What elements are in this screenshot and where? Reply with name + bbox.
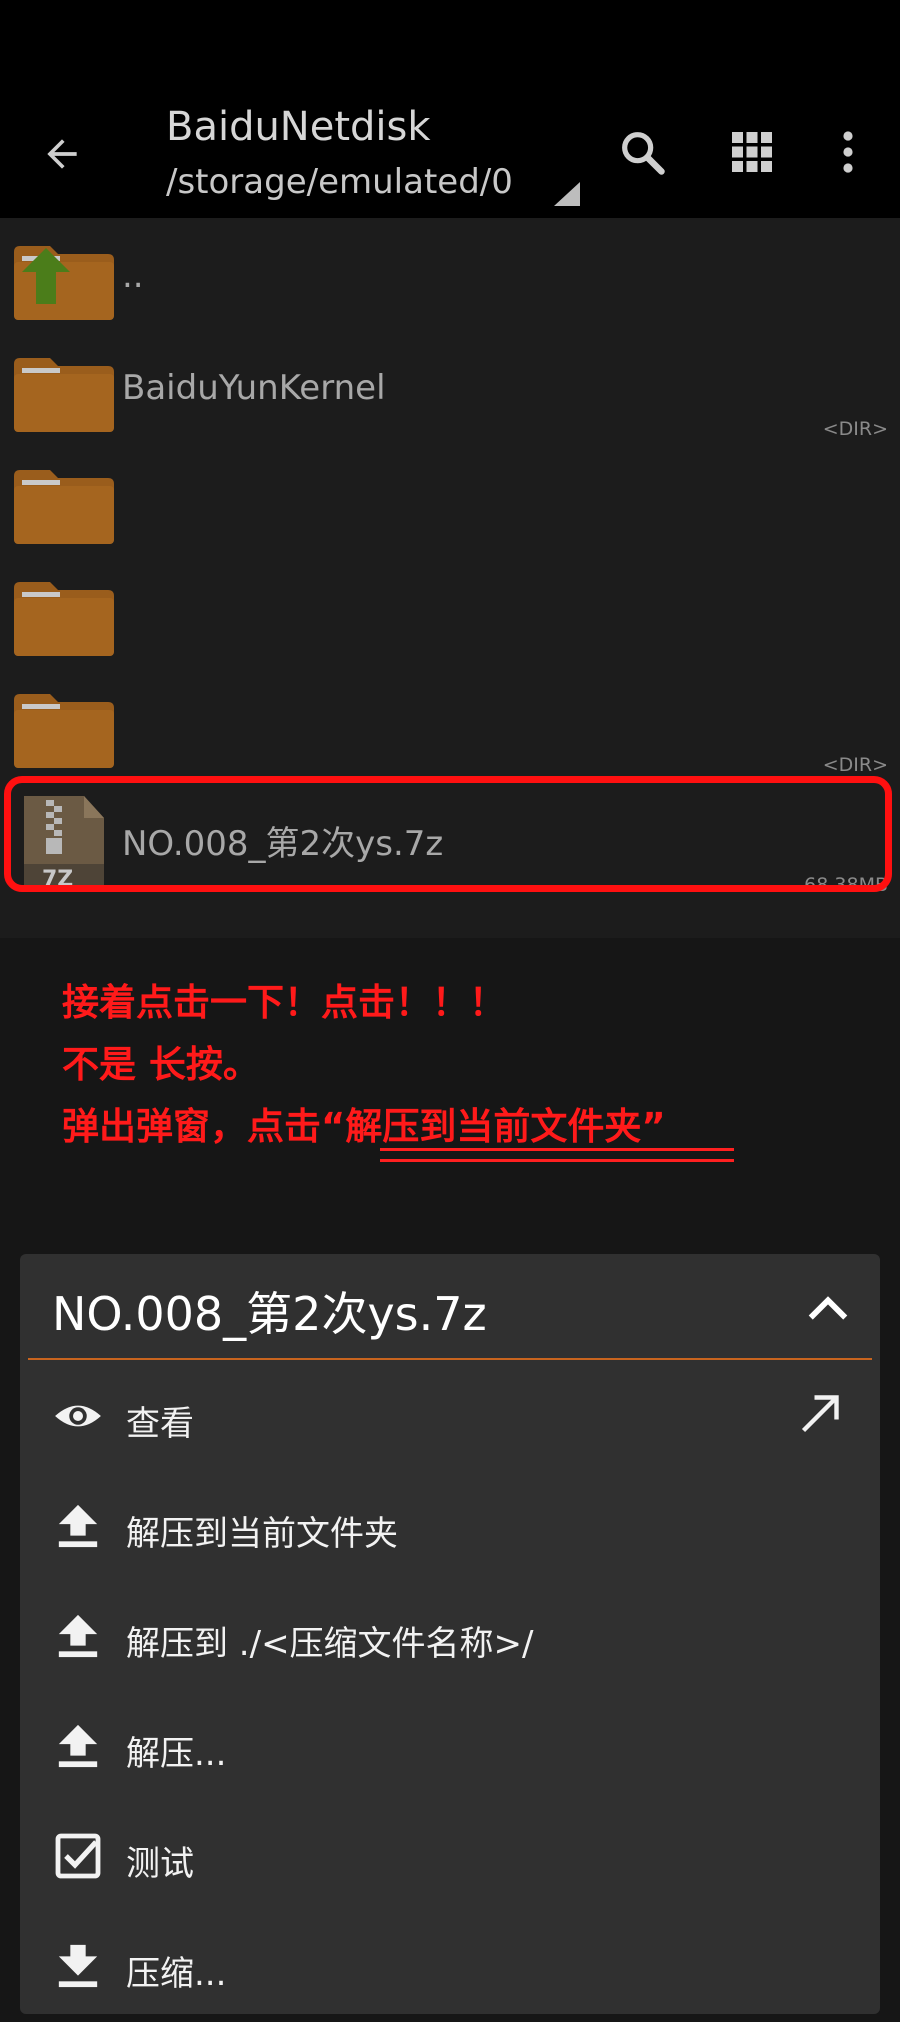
- menu-divider: [28, 1358, 872, 1360]
- storage-path-selector[interactable]: /storage/emulated/0: [166, 162, 513, 202]
- app-bar: BaiduNetdisk /storage/emulated/0: [0, 90, 900, 218]
- menu-title: NO.008_第2次ys.7z: [52, 1287, 487, 1341]
- open-external-button[interactable]: [792, 1386, 848, 1442]
- menu-item-label: 解压到 ./<压缩文件名称>/: [126, 1624, 534, 1664]
- menu-item-extract-to-folder[interactable]: 解压到 ./<压缩文件名称>/: [20, 1582, 880, 1692]
- back-button[interactable]: [30, 122, 94, 186]
- menu-item-test[interactable]: 测试: [20, 1802, 880, 1912]
- dropdown-triangle-icon[interactable]: [554, 182, 580, 206]
- highlight-box: [4, 776, 892, 892]
- checkbox-icon: [52, 1830, 104, 1882]
- folder-up-icon: [14, 246, 114, 320]
- folder-icon: [14, 470, 114, 544]
- extract-icon: [52, 1610, 104, 1662]
- menu-item-label: 压缩...: [126, 1954, 227, 1994]
- eye-icon: [52, 1390, 104, 1442]
- context-menu: NO.008_第2次ys.7z 查看 解压到当前文件夹 解压到 ./<压缩文件名…: [20, 1254, 880, 2014]
- search-button[interactable]: [610, 120, 674, 184]
- file-meta: <DIR>: [822, 418, 888, 440]
- menu-item-label: 解压...: [126, 1734, 227, 1774]
- more-vert-icon: [843, 131, 853, 173]
- instruction-line-3: 弹出弹窗，点击“解压到当前文件夹”: [62, 1105, 666, 1148]
- grid-view-icon: [732, 132, 772, 172]
- extract-icon: [52, 1500, 104, 1552]
- file-name: BaiduYunKernel: [122, 368, 386, 408]
- instruction-line-1: 接着点击一下！点击！！！: [62, 981, 506, 1024]
- file-row-folder[interactable]: <DIR>: [0, 666, 900, 778]
- folder-icon: [14, 358, 114, 432]
- app-title: BaiduNetdisk: [166, 104, 431, 150]
- menu-item-label: 解压到当前文件夹: [126, 1514, 398, 1554]
- file-row-folder[interactable]: [0, 554, 900, 666]
- arrow-left-icon: [47, 139, 77, 169]
- collapse-button[interactable]: [796, 1276, 860, 1340]
- folder-icon: [14, 694, 114, 768]
- file-meta: <DIR>: [822, 754, 888, 776]
- folder-icon: [14, 582, 114, 656]
- file-row-folder[interactable]: BaiduYunKernel <DIR>: [0, 330, 900, 442]
- menu-item-compress[interactable]: 压缩...: [20, 1912, 880, 2022]
- menu-item-extract[interactable]: 解压...: [20, 1692, 880, 1802]
- more-options-button[interactable]: [816, 120, 880, 184]
- file-row-folder[interactable]: [0, 442, 900, 554]
- instruction-underline: [380, 1148, 734, 1162]
- chevron-up-icon: [808, 1296, 848, 1320]
- search-icon: [622, 132, 665, 175]
- menu-item-label: 测试: [126, 1844, 194, 1884]
- compress-icon: [52, 1940, 104, 1992]
- instruction-line-2: 不是 长按。: [62, 1043, 260, 1086]
- grid-view-button[interactable]: [720, 120, 784, 184]
- menu-item-view[interactable]: 查看: [20, 1362, 880, 1472]
- menu-item-label: 查看: [126, 1404, 194, 1444]
- extract-icon: [52, 1720, 104, 1772]
- file-row-parent[interactable]: ..: [0, 218, 900, 330]
- menu-item-extract-here[interactable]: 解压到当前文件夹: [20, 1472, 880, 1582]
- open-external-icon: [801, 1395, 839, 1433]
- status-bar: [0, 0, 900, 90]
- file-name: ..: [122, 256, 144, 296]
